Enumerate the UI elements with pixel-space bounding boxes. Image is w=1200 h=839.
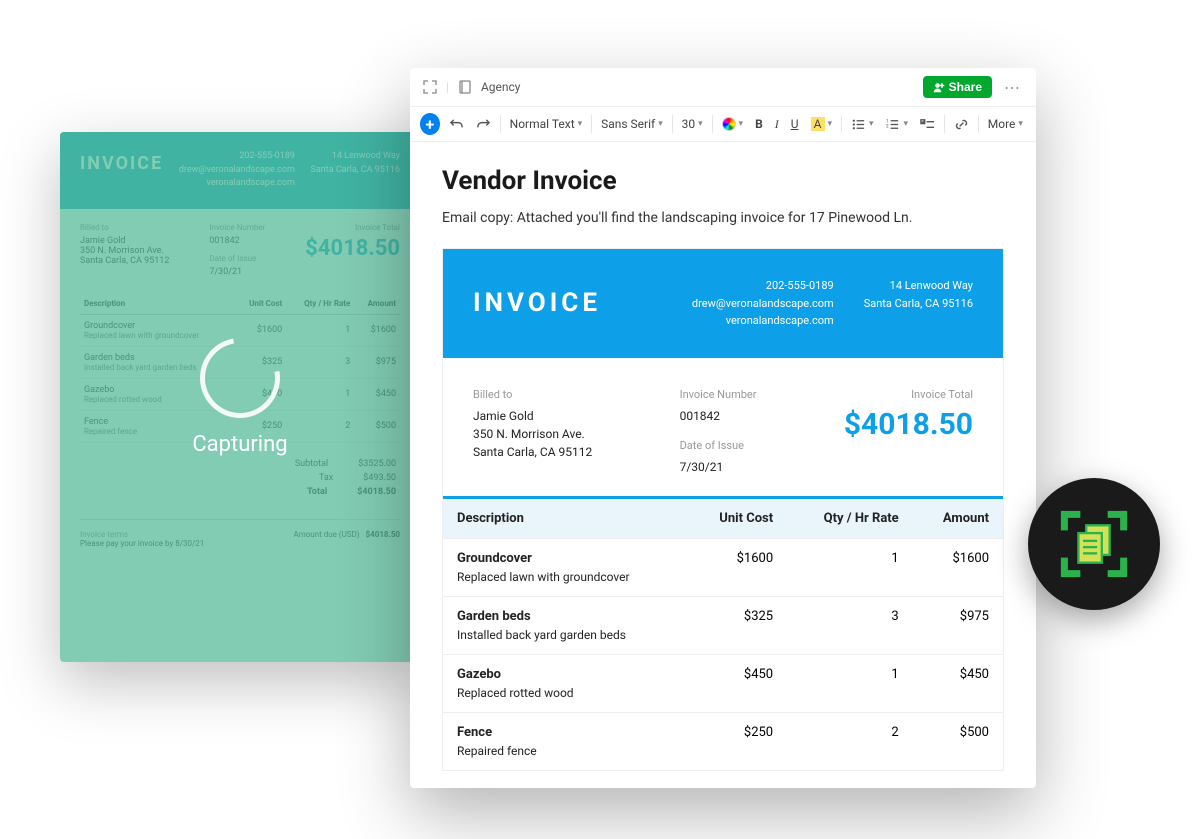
invoice-email: drew@veronalandscape.com bbox=[692, 295, 834, 313]
font-family-select[interactable]: Sans Serif▾ bbox=[598, 115, 666, 133]
inv-col-unit: Unit Cost bbox=[687, 497, 787, 538]
font-size-select[interactable]: 30▾ bbox=[679, 115, 706, 133]
note-paragraph[interactable]: Email copy: Attached you'll find the lan… bbox=[442, 210, 1004, 226]
table-row: Garden beds$3253$975 bbox=[443, 596, 1003, 628]
invoice-line-items-table: Description Unit Cost Qty / Hr Rate Amou… bbox=[443, 496, 1003, 770]
invoice-bill-name: Jamie Gold bbox=[473, 407, 592, 425]
table-row: Groundcover$16001$1600 bbox=[443, 538, 1003, 570]
table-row-sub: Repaired fence bbox=[443, 744, 1003, 770]
invoice-billedto-label: Billed to bbox=[473, 388, 592, 401]
share-button-label: Share bbox=[949, 80, 982, 94]
notebook-icon[interactable] bbox=[457, 79, 473, 95]
invoice-logo: INVOICE bbox=[473, 288, 601, 318]
inv-col-amt: Amount bbox=[913, 497, 1003, 538]
table-row-sub: Installed back yard garden beds bbox=[443, 628, 1003, 655]
invoice-total: $4018.50 bbox=[844, 407, 973, 442]
svg-text:2: 2 bbox=[886, 123, 889, 129]
capture-badge bbox=[1028, 478, 1160, 610]
invoice-site: veronalandscape.com bbox=[692, 312, 834, 330]
document-scan-icon bbox=[1055, 505, 1133, 583]
highlight-button[interactable]: A▾ bbox=[808, 115, 836, 133]
spinner-icon bbox=[184, 322, 295, 433]
table-row: Gazebo$4501$450 bbox=[443, 654, 1003, 686]
note-editor-panel: | Agency Share ⋯ + Normal Text▾ Sans Ser… bbox=[410, 68, 1036, 788]
table-row: Fence$2502$500 bbox=[443, 712, 1003, 744]
link-button[interactable] bbox=[951, 115, 972, 134]
embedded-invoice: INVOICE 202-555-0189 drew@veronalandscap… bbox=[442, 248, 1004, 771]
invoice-number: 001842 bbox=[680, 407, 757, 425]
highlight-icon: A bbox=[811, 117, 825, 131]
invoice-addr1: 14 Lenwood Way bbox=[864, 277, 973, 295]
invoice-number-label: Invoice Number bbox=[680, 388, 757, 401]
expand-icon[interactable] bbox=[422, 79, 438, 95]
bold-button[interactable]: B bbox=[752, 115, 766, 133]
more-menu-icon[interactable]: ⋯ bbox=[1000, 78, 1024, 97]
note-title[interactable]: Vendor Invoice bbox=[442, 166, 1004, 196]
capturing-overlay: Capturing bbox=[60, 132, 420, 662]
italic-button[interactable]: I bbox=[772, 115, 782, 134]
notebook-name[interactable]: Agency bbox=[481, 80, 521, 94]
invoice-address: 14 Lenwood Way Santa Carla, CA 95116 bbox=[864, 277, 973, 330]
invoice-addr2: Santa Carla, CA 95116 bbox=[864, 295, 973, 313]
editor-toolbar: + Normal Text▾ Sans Serif▾ 30▾ ▾ B I U A… bbox=[410, 107, 1036, 142]
inv-col-desc: Description bbox=[443, 497, 687, 538]
checklist-button[interactable] bbox=[917, 115, 938, 134]
invoice-date: 7/30/21 bbox=[680, 458, 757, 476]
invoice-phone: 202-555-0189 bbox=[692, 277, 834, 295]
editor-topbar: | Agency Share ⋯ bbox=[410, 68, 1036, 107]
capturing-label: Capturing bbox=[192, 432, 287, 457]
share-button[interactable]: Share bbox=[923, 76, 992, 98]
capturing-invoice-panel: INVOICE 202-555-0189 drew@veronalandscap… bbox=[60, 132, 420, 662]
invoice-bill-addr2: Santa Carla, CA 95112 bbox=[473, 443, 592, 461]
invoice-meta: Billed to Jamie Gold 350 N. Morrison Ave… bbox=[443, 358, 1003, 496]
table-row-sub: Replaced lawn with groundcover bbox=[443, 570, 1003, 597]
document-body[interactable]: Vendor Invoice Email copy: Attached you'… bbox=[410, 142, 1036, 788]
underline-button[interactable]: U bbox=[788, 115, 802, 133]
redo-button[interactable] bbox=[473, 115, 494, 134]
inv-col-qty: Qty / Hr Rate bbox=[787, 497, 913, 538]
invoice-bill-addr1: 350 N. Morrison Ave. bbox=[473, 425, 592, 443]
text-color-button[interactable]: ▾ bbox=[719, 115, 747, 133]
insert-button[interactable]: + bbox=[420, 113, 440, 135]
invoice-total-label: Invoice Total bbox=[844, 388, 973, 401]
table-row-sub: Replaced rotted wood bbox=[443, 686, 1003, 713]
color-wheel-icon bbox=[722, 117, 736, 131]
undo-button[interactable] bbox=[446, 115, 467, 134]
invoice-date-label: Date of Issue bbox=[680, 439, 757, 452]
bullet-list-button[interactable]: ▾ bbox=[848, 115, 877, 134]
toolbar-more-button[interactable]: More▾ bbox=[985, 115, 1026, 133]
paragraph-style-select[interactable]: Normal Text▾ bbox=[507, 115, 586, 133]
numbered-list-button[interactable]: 12▾ bbox=[882, 115, 911, 134]
invoice-contact: 202-555-0189 drew@veronalandscape.com ve… bbox=[692, 277, 834, 330]
invoice-header: INVOICE 202-555-0189 drew@veronalandscap… bbox=[443, 249, 1003, 358]
